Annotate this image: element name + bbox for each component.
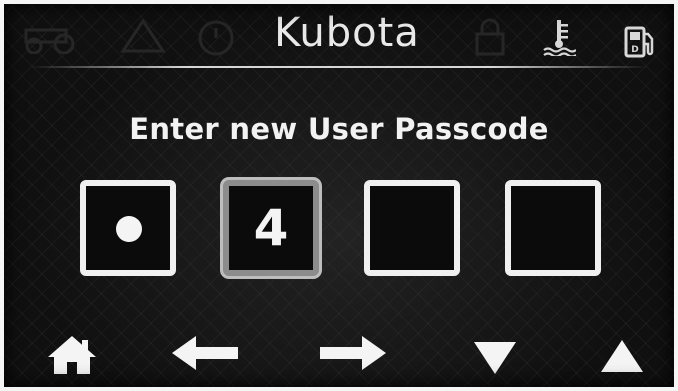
passcode-digit-2[interactable]: 4 — [223, 180, 319, 276]
arrow-left-icon[interactable] — [170, 330, 240, 376]
arrow-right-icon[interactable] — [318, 330, 388, 376]
home-icon[interactable] — [46, 330, 98, 376]
header-divider — [30, 66, 648, 68]
tractor-icon — [24, 28, 75, 54]
svg-text:D: D — [631, 45, 638, 55]
display-screen: Kubota D Enter new User Passcode 4 — [0, 0, 678, 391]
passcode-digit-4[interactable] — [505, 180, 601, 276]
lock-icon — [475, 18, 505, 56]
passcode-digit-value: 4 — [253, 199, 289, 257]
triangle-down-icon[interactable] — [470, 330, 520, 376]
passcode-prompt: Enter new User Passcode — [129, 112, 549, 146]
fuel-pump-icon: D — [624, 26, 654, 58]
coolant-temperature-icon — [543, 20, 576, 56]
passcode-digit-3[interactable] — [364, 180, 460, 276]
masked-digit-dot — [116, 216, 142, 242]
brand-logo: Kubota — [274, 10, 420, 56]
warning-icon — [120, 18, 166, 53]
passcode-digit-1[interactable] — [80, 180, 176, 276]
timer-icon — [198, 20, 234, 56]
triangle-up-icon[interactable] — [597, 330, 647, 376]
header-bar: Kubota D — [0, 0, 678, 68]
